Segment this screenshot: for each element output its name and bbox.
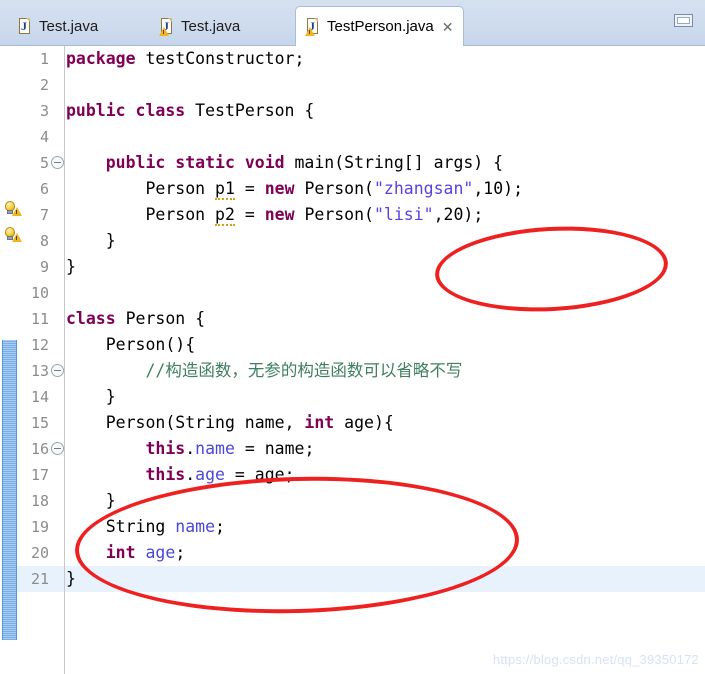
line-number: 2 bbox=[39, 76, 49, 94]
line-number: 13 bbox=[30, 362, 49, 380]
code-line-8[interactable]: } bbox=[66, 228, 705, 254]
code-line-19[interactable]: String name; bbox=[66, 514, 705, 540]
tab-label: TestPerson.java bbox=[327, 18, 434, 35]
java-file-warning-icon: J bbox=[159, 17, 174, 36]
line-number: 4 bbox=[39, 128, 49, 146]
code-line-10[interactable] bbox=[66, 280, 705, 306]
java-file-icon: J bbox=[17, 17, 32, 36]
tab-test-java-2[interactable]: J Test.java bbox=[150, 7, 250, 46]
code-text-area[interactable]: package testConstructor; public class Te… bbox=[66, 46, 705, 674]
code-line-12[interactable]: Person(){ bbox=[66, 332, 705, 358]
line-number-ruler: 1 2 3 4 5 6 7 8 9 10 11 12 13 14 15 16 1… bbox=[16, 46, 65, 674]
close-icon[interactable]: ✕ bbox=[442, 20, 454, 34]
code-line-18[interactable]: } bbox=[66, 488, 705, 514]
line-number: 19 bbox=[30, 518, 49, 536]
code-line-15[interactable]: Person(String name, int age){ bbox=[66, 410, 705, 436]
line-number: 7 bbox=[39, 206, 49, 224]
line-number: 3 bbox=[39, 102, 49, 120]
java-file-warning-icon: J bbox=[305, 17, 320, 36]
line-number: 14 bbox=[30, 388, 49, 406]
line-number: 17 bbox=[30, 466, 49, 484]
code-line-21[interactable]: } bbox=[66, 566, 705, 592]
line-number: 1 bbox=[39, 50, 49, 68]
tab-label: Test.java bbox=[39, 18, 99, 35]
line-number: 10 bbox=[30, 284, 49, 302]
code-line-5[interactable]: public static void main(String[] args) { bbox=[66, 150, 705, 176]
fold-collapse-icon[interactable] bbox=[51, 156, 64, 169]
code-line-7[interactable]: Person p2 = new Person("lisi",20); bbox=[66, 202, 705, 228]
fold-collapse-icon[interactable] bbox=[51, 364, 64, 377]
line-number: 16 bbox=[30, 440, 49, 458]
line-number: 6 bbox=[39, 180, 49, 198]
tab-testperson-java[interactable]: J TestPerson.java ✕ bbox=[295, 6, 465, 46]
code-line-1[interactable]: package testConstructor; bbox=[66, 46, 705, 72]
code-line-14[interactable]: } bbox=[66, 384, 705, 410]
code-line-2[interactable] bbox=[66, 72, 705, 98]
line-number: 5 bbox=[39, 154, 49, 172]
watermark-text: https://blog.csdn.net/qq_39350172 bbox=[492, 652, 699, 667]
code-line-4[interactable] bbox=[66, 124, 705, 150]
line-number: 9 bbox=[39, 258, 49, 276]
line-number: 8 bbox=[39, 232, 49, 250]
code-line-16[interactable]: this.name = name; bbox=[66, 436, 705, 462]
line-number: 18 bbox=[30, 492, 49, 510]
code-line-6[interactable]: Person p1 = new Person("zhangsan",10); bbox=[66, 176, 705, 202]
code-line-17[interactable]: this.age = age; bbox=[66, 462, 705, 488]
tab-label: Test.java bbox=[181, 18, 241, 35]
line-number: 11 bbox=[30, 310, 49, 328]
code-line-20[interactable]: int age; bbox=[66, 540, 705, 566]
line-number: 21 bbox=[30, 570, 49, 588]
tab-test-java-1[interactable]: J Test.java bbox=[8, 7, 108, 46]
editor-tab-bar: J Test.java J Test.java J TestPerson.jav… bbox=[0, 0, 705, 46]
minimize-button[interactable] bbox=[674, 14, 693, 27]
code-line-13[interactable]: //构造函数，无参的构造函数可以省略不写 bbox=[66, 358, 705, 384]
line-number: 12 bbox=[30, 336, 49, 354]
code-line-3[interactable]: public class TestPerson { bbox=[66, 98, 705, 124]
code-line-9[interactable]: } bbox=[66, 254, 705, 280]
minimize-icon bbox=[677, 17, 690, 24]
code-line-11[interactable]: class Person { bbox=[66, 306, 705, 332]
line-number: 20 bbox=[30, 544, 49, 562]
line-number: 15 bbox=[30, 414, 49, 432]
code-editor[interactable]: 1 2 3 4 5 6 7 8 9 10 11 12 13 14 15 16 1… bbox=[0, 46, 705, 674]
fold-collapse-icon[interactable] bbox=[51, 442, 64, 455]
